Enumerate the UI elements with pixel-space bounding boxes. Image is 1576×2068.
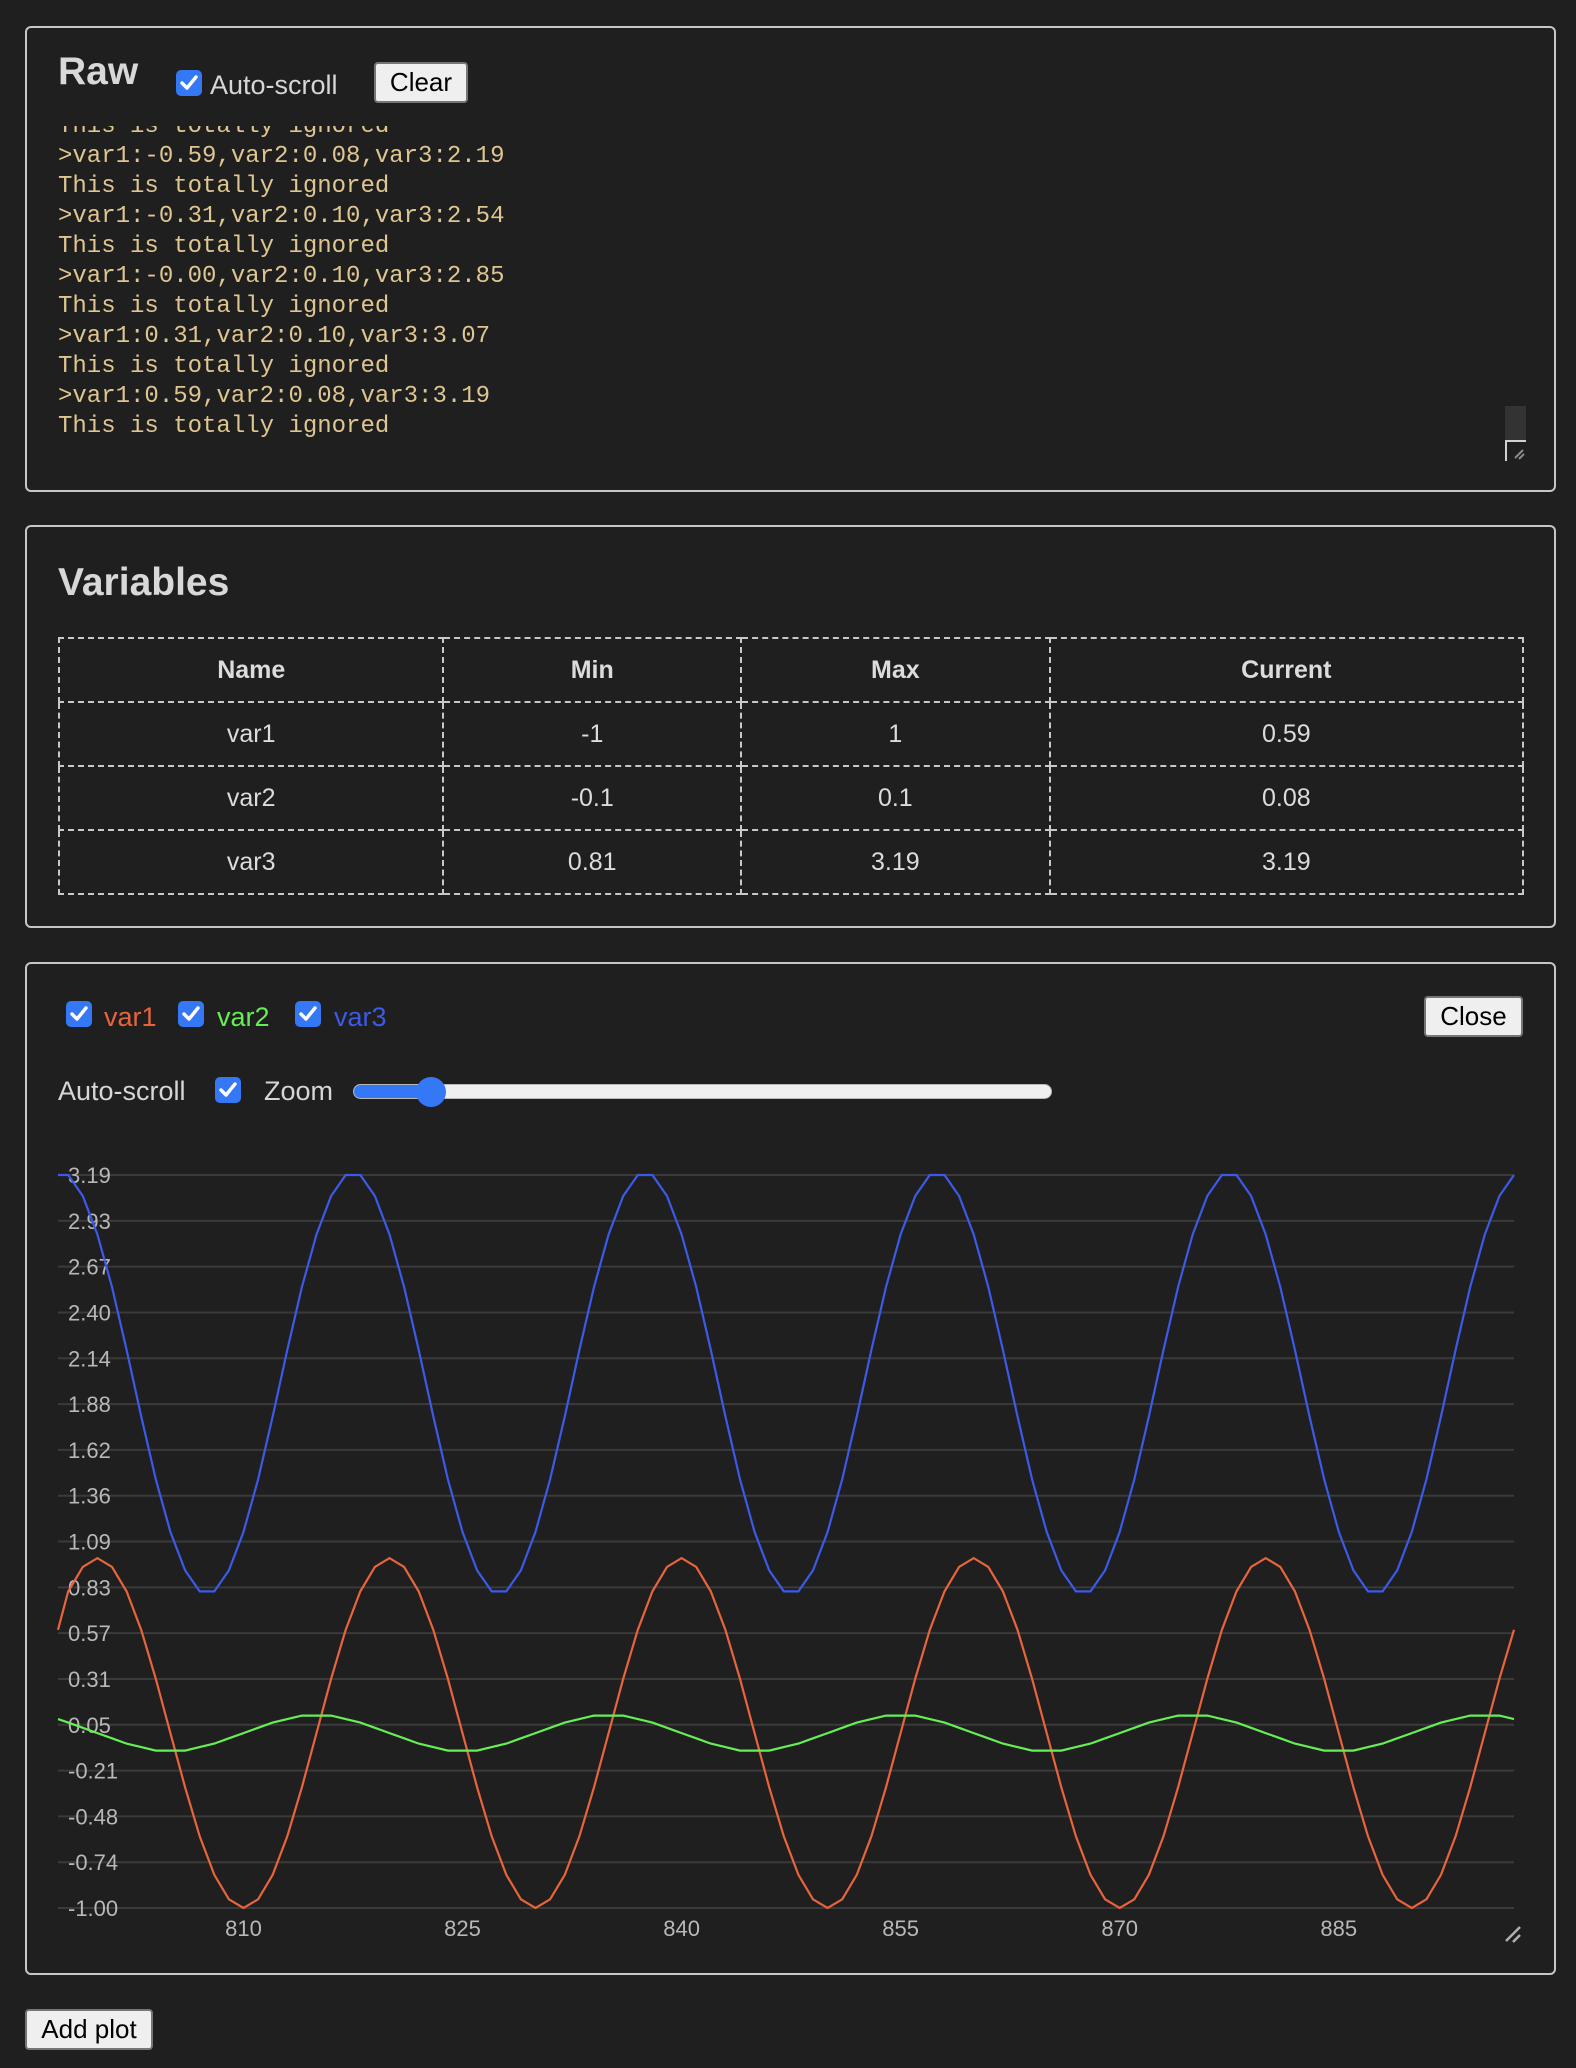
y-tick-label: 2.40	[68, 1300, 111, 1325]
x-tick-label: 885	[1320, 1916, 1357, 1941]
x-tick-label: 840	[663, 1916, 700, 1941]
chart-gridlines	[58, 1174, 1514, 1909]
add-plot-button[interactable]: Add plot	[25, 2009, 153, 2050]
x-tick-label: 855	[882, 1916, 919, 1941]
y-tick-label: 0.31	[68, 1667, 111, 1692]
series-line-var2	[57, 1714, 1515, 1752]
series-line-var3	[58, 1173, 1515, 1593]
x-axis-ticks: 810 825 840 855 870 885	[225, 1916, 1357, 1941]
y-axis-ticks: 3.192.932.672.402.141.881.621.361.090.83…	[68, 1163, 118, 1921]
chart[interactable]: 3.192.932.672.402.141.881.621.361.090.83…	[0, 0, 1576, 2068]
y-tick-label: 1.88	[68, 1392, 111, 1417]
y-tick-label: -0.48	[68, 1804, 118, 1829]
y-tick-label: 0.57	[68, 1621, 111, 1646]
x-tick-label: 810	[225, 1916, 262, 1941]
y-tick-label: 1.09	[68, 1530, 111, 1555]
resize-grip-icon	[1505, 1926, 1521, 1943]
x-tick-label: 825	[444, 1916, 481, 1941]
y-tick-label: -0.21	[68, 1759, 118, 1784]
series-line-var1	[56, 1556, 1516, 1910]
y-tick-label: 1.36	[68, 1484, 111, 1509]
y-tick-label: -1.00	[68, 1896, 118, 1921]
y-tick-label: 2.14	[68, 1346, 111, 1371]
y-tick-label: -0.74	[68, 1850, 118, 1875]
chart-resize-handle[interactable]	[1505, 1926, 1521, 1943]
y-tick-label: 1.62	[68, 1438, 111, 1463]
x-tick-label: 870	[1101, 1916, 1138, 1941]
